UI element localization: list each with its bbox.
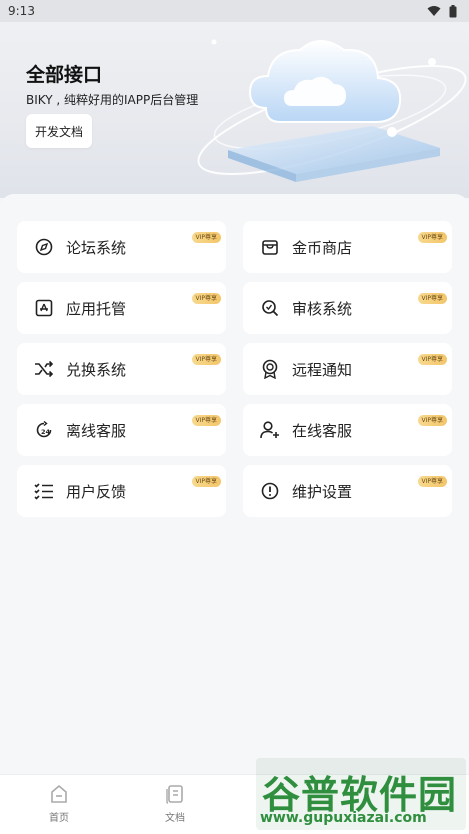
search-check-icon	[260, 298, 280, 318]
card-online-service[interactable]: 在线客服 VIP尊享	[243, 404, 452, 456]
page-title: 全部接口	[26, 64, 103, 86]
vip-badge: VIP尊享	[191, 476, 221, 487]
card-label: 用户反馈	[66, 482, 127, 501]
status-icons	[427, 4, 457, 18]
vip-badge: VIP尊享	[417, 354, 447, 365]
watermark-logo: 谷普软件园 www.gupuxiazai.com	[256, 758, 466, 830]
card-label: 在线客服	[292, 421, 353, 440]
document-icon	[166, 785, 183, 804]
watermark-url: www.gupuxiazai.com	[260, 810, 427, 826]
card-exchange-system[interactable]: 兑换系统 VIP尊享	[17, 343, 226, 395]
card-remote-notify[interactable]: 远程通知 VIP尊享	[243, 343, 452, 395]
card-user-feedback[interactable]: 用户反馈 VIP尊享	[17, 465, 226, 517]
home-icon	[51, 784, 67, 803]
status-time: 9:13	[8, 4, 35, 18]
app-hosting-icon	[34, 298, 54, 318]
card-offline-service[interactable]: 24 离线客服 VIP尊享	[17, 404, 226, 456]
card-maintenance-settings[interactable]: 维护设置 VIP尊享	[243, 465, 452, 517]
storefront-icon	[260, 237, 280, 257]
card-coin-shop[interactable]: 金币商店 VIP尊享	[243, 221, 452, 273]
vip-badge: VIP尊享	[417, 476, 447, 487]
vip-badge: VIP尊享	[417, 293, 447, 304]
alert-circle-icon	[260, 481, 280, 501]
card-label: 审核系统	[292, 299, 353, 318]
user-plus-icon	[260, 420, 280, 440]
shuffle-icon	[34, 359, 54, 379]
card-label: 金币商店	[292, 238, 353, 257]
clock-24-icon: 24	[34, 420, 54, 440]
checklist-icon	[34, 481, 54, 501]
page-subtitle: BIKY , 纯粹好用的IAPP后台管理	[26, 93, 199, 107]
battery-icon	[449, 4, 457, 17]
interface-grid: 论坛系统 VIP尊享 金币商店 VIP尊享 应用托管 VIP尊享 审核系统 VI…	[0, 194, 469, 774]
vip-badge: VIP尊享	[191, 354, 221, 365]
cloud-illustration	[197, 39, 467, 182]
dev-docs-button[interactable]: 开发文档	[26, 114, 92, 148]
card-label: 离线客服	[66, 421, 127, 440]
vip-badge: VIP尊享	[191, 415, 221, 426]
status-bar: 9:13	[0, 0, 469, 22]
card-label: 维护设置	[292, 482, 353, 501]
card-review-system[interactable]: 审核系统 VIP尊享	[243, 282, 452, 334]
tab-docs[interactable]: 文档	[145, 783, 205, 829]
card-forum-system[interactable]: 论坛系统 VIP尊享	[17, 221, 226, 273]
tab-label: 首页	[49, 813, 69, 824]
hero-banner: 全部接口 BIKY , 纯粹好用的IAPP后台管理 开发文档	[0, 22, 469, 198]
card-app-hosting[interactable]: 应用托管 VIP尊享	[17, 282, 226, 334]
vip-badge: VIP尊享	[417, 415, 447, 426]
compass-icon	[34, 237, 54, 257]
vip-badge: VIP尊享	[191, 232, 221, 243]
badge-icon	[260, 359, 280, 379]
card-label: 远程通知	[292, 360, 353, 379]
vip-badge: VIP尊享	[417, 232, 447, 243]
wifi-icon	[427, 6, 441, 16]
svg-text:24: 24	[41, 428, 51, 436]
vip-badge: VIP尊享	[191, 293, 221, 304]
tab-label: 文档	[165, 813, 185, 824]
card-label: 论坛系统	[66, 238, 127, 257]
card-label: 兑换系统	[66, 360, 127, 379]
tab-home[interactable]: 首页	[29, 783, 89, 829]
card-label: 应用托管	[66, 299, 127, 318]
